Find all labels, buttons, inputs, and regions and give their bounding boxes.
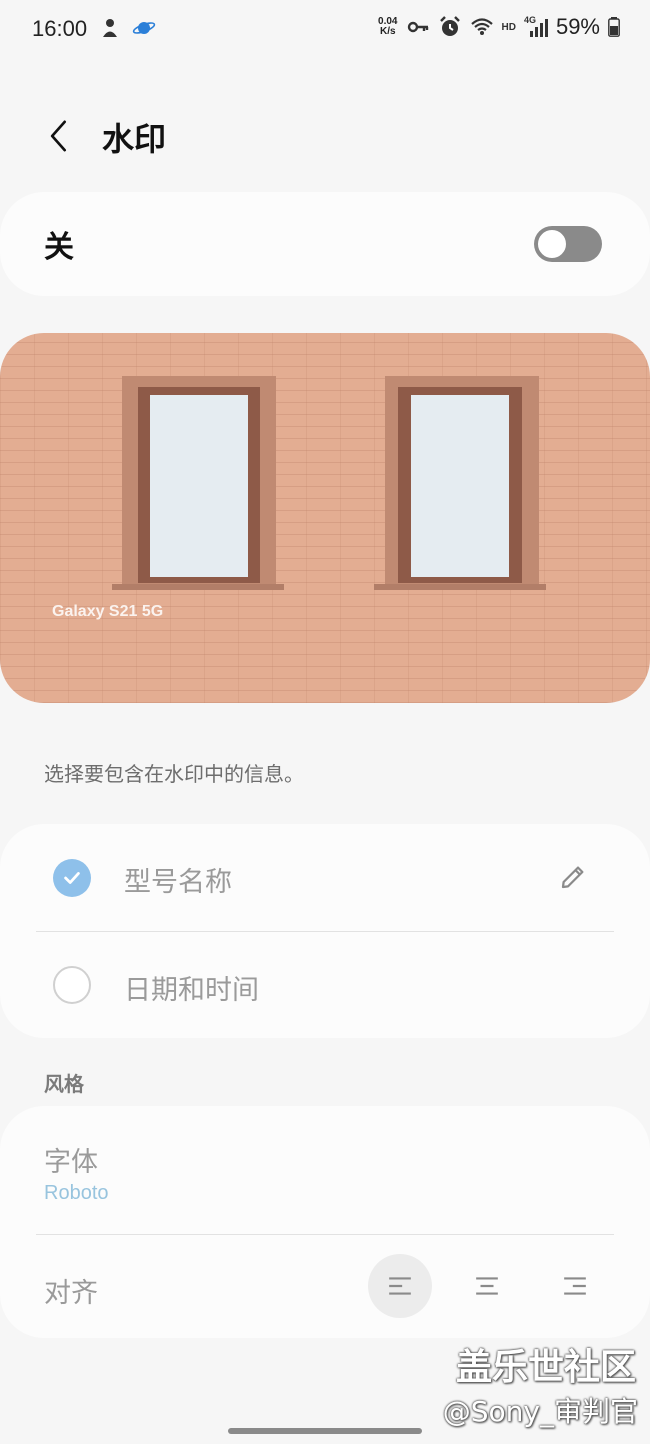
network-speed: 0.04 K/s	[378, 17, 397, 37]
pencil-edit-icon[interactable]	[558, 862, 588, 892]
unchecked-checkbox[interactable]	[53, 966, 91, 1004]
align-right-button[interactable]	[543, 1254, 607, 1318]
page-title: 水印	[102, 120, 167, 158]
option-model-name[interactable]: 型号名称	[0, 824, 650, 931]
alarm-icon	[439, 16, 460, 36]
battery-percentage: 59%	[555, 14, 600, 39]
option-date-time[interactable]: 日期和时间	[0, 932, 650, 1039]
switch-knob	[536, 228, 568, 260]
window-right-sill	[374, 584, 546, 590]
network-speed-unit: K/s	[379, 26, 396, 37]
planet-icon	[132, 22, 156, 34]
status-right: 0.04 K/s HD 4G 59%	[378, 14, 620, 40]
font-setting-row[interactable]: 字体 Roboto	[0, 1106, 650, 1234]
author-watermark: @Sony_审判官	[442, 1395, 638, 1428]
alignment-row: 对齐	[0, 1235, 650, 1338]
watermark-options-card: 型号名称 日期和时间	[0, 824, 650, 1038]
align-left-button[interactable]	[368, 1254, 432, 1318]
hd-label: HD	[501, 21, 516, 33]
window-left-sill	[112, 584, 284, 590]
checked-checkbox[interactable]	[53, 859, 91, 897]
font-value: Roboto	[44, 1182, 109, 1204]
preview-watermark-text: Galaxy S21 5G	[52, 603, 164, 620]
home-indicator[interactable]	[228, 1428, 422, 1434]
status-time: 16:00	[32, 16, 88, 41]
window-left-glass	[150, 395, 248, 577]
window-right-glass	[411, 395, 509, 577]
status-left-icons	[98, 16, 156, 40]
community-watermark: 盖乐世社区	[455, 1347, 636, 1388]
status-bar: 16:00 0.04 K/s HD 4G 59%	[0, 0, 650, 60]
watermark-preview-image: Galaxy S21 5G	[0, 333, 650, 703]
signal-bars-icon	[529, 19, 548, 37]
hint-text: 选择要包含在水印中的信息。	[44, 762, 304, 786]
notification-app-icon	[103, 19, 117, 37]
align-center-icon	[476, 1277, 498, 1295]
style-card: 字体 Roboto 对齐	[0, 1106, 650, 1338]
wifi-icon	[470, 18, 493, 35]
battery-icon	[608, 17, 620, 37]
cell-signal: 4G	[524, 15, 548, 39]
align-center-button[interactable]	[455, 1254, 519, 1318]
check-icon	[64, 872, 80, 884]
style-section-title: 风格	[44, 1072, 84, 1096]
toggle-label: 关	[44, 230, 74, 265]
option-label: 日期和时间	[124, 975, 259, 1006]
watermark-switch[interactable]	[534, 226, 602, 262]
align-right-icon	[564, 1277, 586, 1295]
back-arrow-icon	[50, 120, 66, 152]
font-label: 字体	[44, 1147, 98, 1178]
option-label: 型号名称	[124, 867, 232, 898]
align-left-icon	[389, 1277, 411, 1295]
header: 水印	[0, 100, 650, 172]
key-icon	[407, 21, 428, 33]
alignment-label: 对齐	[44, 1278, 98, 1309]
back-button[interactable]	[36, 112, 80, 160]
